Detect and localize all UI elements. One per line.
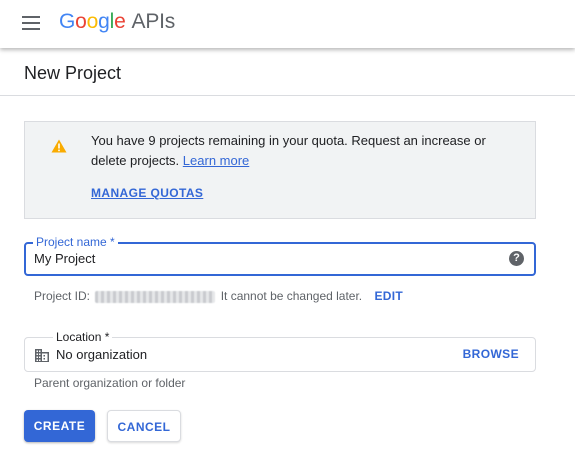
building-icon: [35, 349, 49, 362]
logo-letter: G: [59, 10, 76, 33]
google-apis-logo[interactable]: Google APIs: [59, 9, 175, 35]
create-button[interactable]: CREATE: [24, 410, 95, 442]
project-name-input[interactable]: [34, 251, 494, 267]
top-app-bar: Google APIs: [0, 0, 575, 48]
project-name-label: Project name *: [33, 235, 118, 249]
logo-letter: o: [86, 10, 99, 33]
project-id-redacted: [95, 290, 216, 303]
edit-project-id-button[interactable]: EDIT: [375, 289, 404, 303]
title-bar: New Project: [0, 48, 575, 96]
learn-more-link[interactable]: Learn more: [183, 153, 249, 168]
logo-suffix: APIs: [131, 10, 176, 33]
quota-message: You have 9 projects remaining in your qu…: [91, 131, 511, 171]
location-helper: Parent organization or folder: [34, 376, 186, 390]
cancel-button[interactable]: CANCEL: [107, 410, 181, 442]
browse-button[interactable]: BROWSE: [463, 347, 519, 361]
project-id-helper: Project ID: It cannot be changed later. …: [34, 288, 403, 304]
logo-letter: g: [98, 10, 110, 33]
warning-icon: [51, 139, 67, 153]
project-id-prefix: Project ID:: [34, 289, 91, 303]
logo-letter: e: [114, 10, 126, 33]
project-name-field[interactable]: Project name * ?: [24, 235, 536, 276]
manage-quotas-link[interactable]: MANAGE QUOTAS: [91, 186, 203, 200]
quota-message-text: You have 9 projects remaining in your qu…: [91, 133, 486, 168]
project-id-note: It cannot be changed later.: [220, 289, 363, 303]
location-value: No organization: [56, 347, 148, 362]
hamburger-menu-icon[interactable]: [20, 14, 42, 32]
location-field[interactable]: Location * No organization BROWSE: [24, 330, 536, 372]
page-title: New Project: [24, 63, 122, 83]
location-label: Location *: [53, 330, 113, 344]
logo-letter: o: [75, 10, 87, 33]
help-icon[interactable]: ?: [509, 251, 524, 266]
quota-notice: You have 9 projects remaining in your qu…: [24, 121, 536, 219]
